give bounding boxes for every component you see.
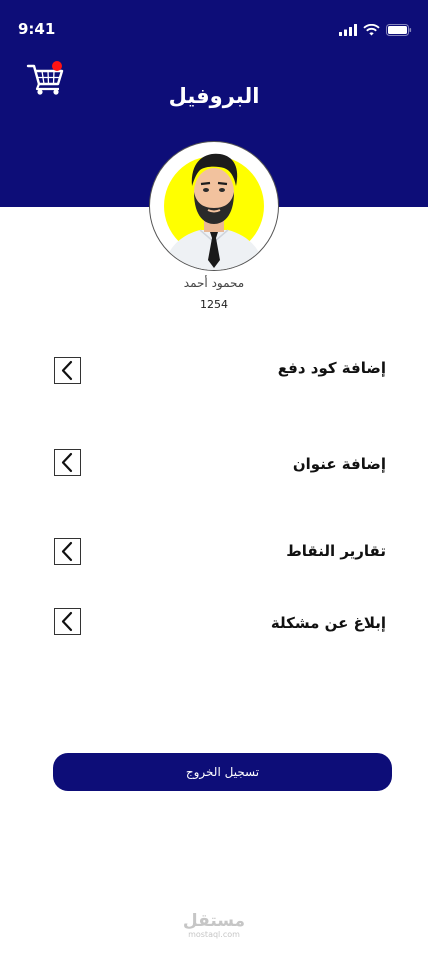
chevron-left-icon [54, 608, 81, 635]
watermark-logo-text: مستقل [182, 911, 246, 931]
menu-item-add-payment-code[interactable]: إضافة كود دفع [54, 357, 386, 387]
avatar [149, 141, 279, 271]
battery-icon [386, 24, 412, 36]
cart-badge [52, 61, 62, 71]
chevron-left-icon [54, 449, 81, 476]
menu-item-report-problem[interactable]: إبلاغ عن مشكلة [54, 608, 386, 638]
chevron-left-icon [54, 357, 81, 384]
wifi-icon [363, 24, 380, 36]
menu-item-add-address[interactable]: إضافة عنوان [54, 449, 386, 479]
menu-item-label: إبلاغ عن مشكلة [270, 614, 386, 632]
profile-name: محمود أحمد [183, 276, 245, 290]
signal-icon [339, 24, 357, 36]
status-icons [339, 22, 412, 38]
menu-item-label: إضافة عنوان [292, 455, 386, 473]
menu-item-label: إضافة كود دفع [277, 359, 386, 377]
menu-item-label: تقارير النقاط [286, 542, 386, 560]
page-title: البروفيل [168, 84, 260, 108]
watermark-domain: mostaql.com [188, 930, 240, 939]
status-bar: 9:41 [0, 0, 428, 56]
status-time: 9:41 [18, 20, 56, 38]
menu-item-points-reports[interactable]: تقارير النقاط [54, 538, 386, 568]
chevron-left-icon [54, 538, 81, 565]
profile-id: 1254 [200, 298, 228, 311]
logout-button[interactable]: تسجيل الخروج [53, 753, 392, 791]
avatar-illustration [164, 153, 264, 270]
watermark: مستقل mostaql.com [0, 912, 428, 939]
